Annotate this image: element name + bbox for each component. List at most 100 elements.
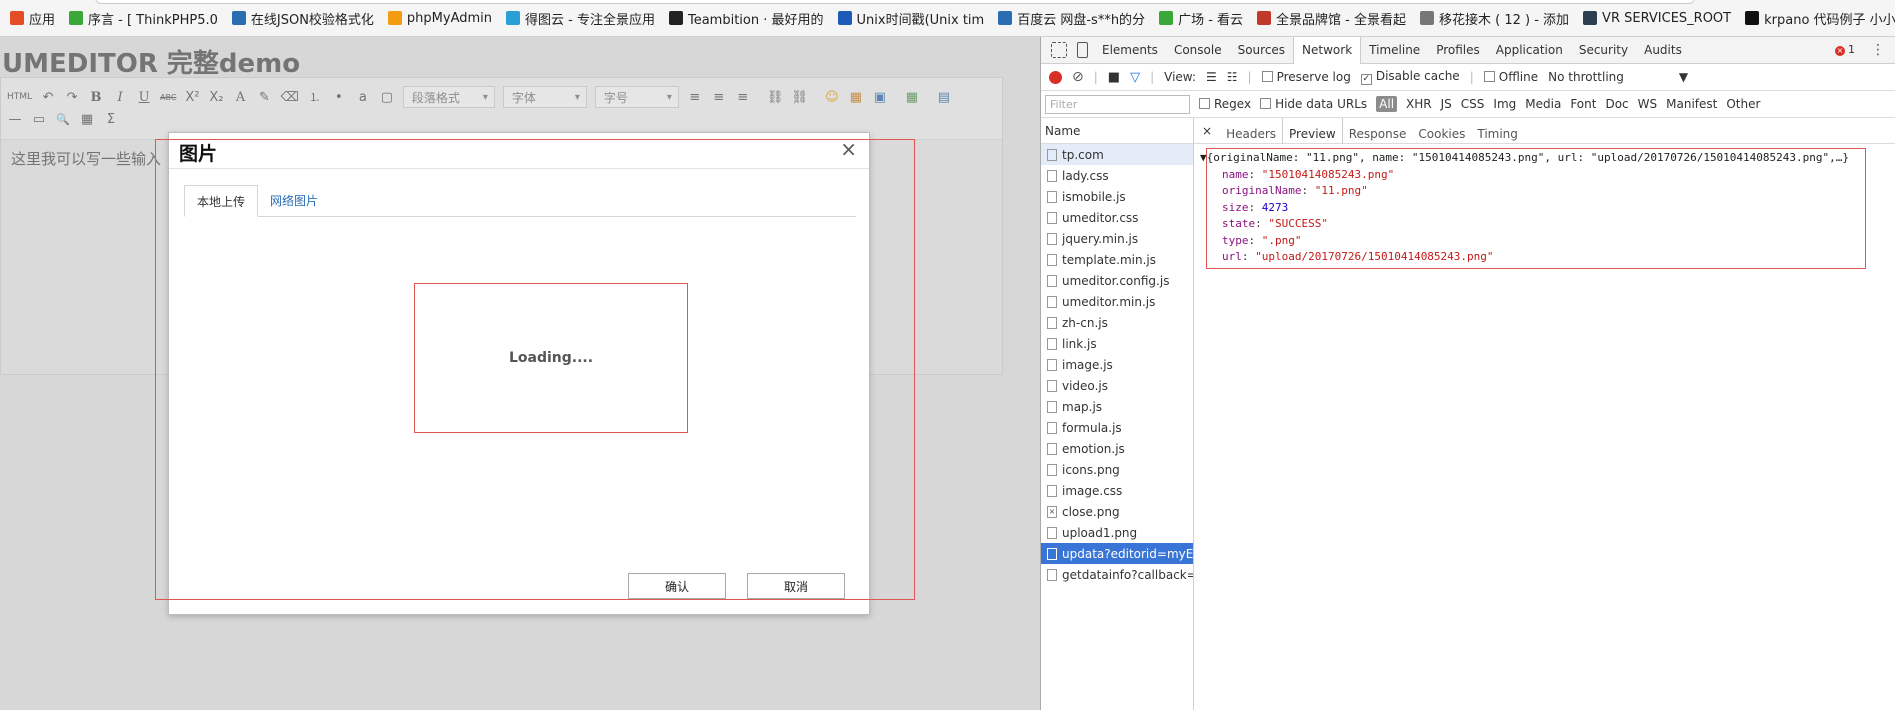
type-filter-other[interactable]: Other — [1726, 97, 1760, 111]
request-name: image.js — [1062, 357, 1113, 372]
tab-timing[interactable]: Timing — [1471, 118, 1524, 144]
request-row[interactable]: icons.png — [1041, 459, 1193, 480]
close-icon[interactable]: × — [840, 137, 857, 161]
throttling-select[interactable]: No throttling ▼ — [1548, 70, 1688, 84]
request-name: video.js — [1062, 378, 1108, 393]
request-row[interactable]: emotion.js — [1041, 438, 1193, 459]
tab-security[interactable]: Security — [1571, 37, 1636, 64]
preserve-log-checkbox[interactable]: Preserve log — [1261, 70, 1351, 84]
hide-data-urls-checkbox[interactable]: Hide data URLs — [1260, 97, 1367, 111]
clear-icon[interactable]: ⊘ — [1072, 69, 1084, 85]
tab-response[interactable]: Response — [1343, 118, 1413, 144]
tab-local-upload[interactable]: 本地上传 — [184, 185, 259, 217]
type-filter-manifest[interactable]: Manifest — [1666, 97, 1717, 111]
tab-cookies[interactable]: Cookies — [1412, 118, 1471, 144]
bookmark-6[interactable]: Unix时间戳(Unix tim — [837, 9, 984, 28]
bookmark-5[interactable]: Teambition · 最好用的 — [668, 9, 824, 28]
request-row[interactable]: upload1.png — [1041, 522, 1193, 543]
json-summary[interactable]: ▼{originalName: "11.png", name: "1501041… — [1200, 150, 1895, 167]
image-dialog: 图片 × 本地上传 网络图片 Loading.... 确认 取消 — [168, 132, 870, 615]
request-row[interactable]: formula.js — [1041, 417, 1193, 438]
toolbar-divider-4: | — [1469, 70, 1474, 84]
tab-headers[interactable]: Headers — [1220, 118, 1282, 144]
request-row[interactable]: ismobile.js — [1041, 186, 1193, 207]
type-filter-js[interactable]: JS — [1441, 97, 1452, 111]
bookmark-12[interactable]: krpano 代码例子 小小 — [1745, 9, 1895, 28]
teambition-icon — [668, 11, 683, 25]
more-menu-icon[interactable]: ⋮ — [1871, 42, 1885, 58]
request-row[interactable]: tp.com — [1041, 144, 1193, 165]
request-name: umeditor.config.js — [1062, 273, 1170, 288]
tab-sources[interactable]: Sources — [1230, 37, 1293, 64]
camera-icon[interactable]: ■ — [1108, 70, 1120, 85]
bookmark-4[interactable]: 得图云 - 专注全景应用 — [506, 9, 655, 28]
request-row[interactable]: template.min.js — [1041, 249, 1193, 270]
close-icon[interactable]: × — [1194, 124, 1220, 138]
tab-timeline[interactable]: Timeline — [1361, 37, 1428, 64]
request-name: umeditor.css — [1062, 210, 1139, 225]
tab-console[interactable]: Console — [1166, 37, 1230, 64]
request-row[interactable]: zh-cn.js — [1041, 312, 1193, 333]
tab-audits[interactable]: Audits — [1636, 37, 1690, 64]
request-name: map.js — [1062, 399, 1103, 414]
error-counter[interactable]: × 1 — [1835, 43, 1855, 56]
disable-cache-checkbox[interactable]: ✓ Disable cache — [1360, 69, 1460, 85]
bookmark-label: VR SERVICES_ROOT — [1602, 10, 1732, 26]
bookmark-10[interactable]: 移花接木 ( 12 ) - 添加 — [1420, 9, 1569, 28]
bookmark-label: phpMyAdmin — [406, 10, 493, 26]
type-filter-ws[interactable]: WS — [1638, 97, 1657, 111]
type-filter-img[interactable]: Img — [1493, 97, 1516, 111]
request-row[interactable]: lady.css — [1041, 165, 1193, 186]
type-filter-doc[interactable]: Doc — [1605, 97, 1628, 111]
bookmark-3[interactable]: phpMyAdmin — [387, 10, 493, 26]
file-icon — [1047, 400, 1057, 413]
filter-icon[interactable]: ▽ — [1130, 70, 1140, 85]
tab-profiles[interactable]: Profiles — [1428, 37, 1488, 64]
bookmark-label: 百度云 网盘-s**h的分 — [1017, 12, 1146, 28]
request-row[interactable]: umeditor.config.js — [1041, 270, 1193, 291]
tab-elements[interactable]: Elements — [1094, 37, 1166, 64]
regex-checkbox[interactable]: Regex — [1199, 97, 1251, 111]
bookmark-0[interactable]: 应用 — [10, 9, 55, 28]
filter-input[interactable]: Filter — [1045, 94, 1190, 114]
list-view-icon[interactable]: ☰ — [1206, 70, 1217, 84]
request-row[interactable]: × close.png — [1041, 501, 1193, 522]
request-row[interactable]: jquery.min.js — [1041, 228, 1193, 249]
request-row[interactable]: image.css — [1041, 480, 1193, 501]
waterfall-view-icon[interactable]: ☷ — [1227, 70, 1238, 84]
bookmark-1[interactable]: 序言 - [ ThinkPHP5.0 — [69, 9, 218, 28]
bookmark-8[interactable]: 广场 - 看云 — [1159, 9, 1243, 28]
tab-preview[interactable]: Preview — [1282, 117, 1343, 144]
request-row[interactable]: updata?editorid=myEd... — [1041, 543, 1193, 564]
type-filter-media[interactable]: Media — [1525, 97, 1561, 111]
request-row[interactable]: map.js — [1041, 396, 1193, 417]
confirm-button[interactable]: 确认 — [628, 573, 726, 599]
page-area: UMEDITOR 完整demo HTML ↶ ↷ B I U ABC X² X₂… — [0, 37, 1040, 710]
type-filter-css[interactable]: CSS — [1461, 97, 1485, 111]
bookmark-9[interactable]: 全景品牌馆 - 全景看起 — [1257, 9, 1406, 28]
bookmark-11[interactable]: VR SERVICES_ROOT — [1583, 11, 1731, 26]
request-row[interactable]: getdatainfo?callback=... — [1041, 564, 1193, 585]
record-icon[interactable] — [1049, 70, 1062, 84]
leaf-icon — [69, 11, 84, 25]
type-filter-all[interactable]: All — [1376, 96, 1398, 112]
devtools-panel: Elements Console Sources Network Timeline Pro… — [1040, 36, 1895, 710]
request-row[interactable]: link.js — [1041, 333, 1193, 354]
request-row[interactable]: umeditor.css — [1041, 207, 1193, 228]
bookmark-2[interactable]: 在线JSON校验格式化 — [231, 9, 374, 28]
type-filter-font[interactable]: Font — [1570, 97, 1596, 111]
type-filter-xhr[interactable]: XHR — [1406, 97, 1432, 111]
device-toolbar-icon[interactable] — [1077, 42, 1088, 58]
request-row[interactable]: umeditor.min.js — [1041, 291, 1193, 312]
name-column-header[interactable]: Name — [1041, 118, 1193, 144]
vr-icon — [1583, 11, 1598, 25]
inspect-element-icon[interactable] — [1051, 42, 1067, 58]
offline-checkbox[interactable]: Offline — [1483, 70, 1538, 84]
request-row[interactable]: video.js — [1041, 375, 1193, 396]
tab-network[interactable]: Network — [1293, 36, 1362, 64]
bookmark-7[interactable]: 百度云 网盘-s**h的分 — [998, 9, 1145, 28]
request-row[interactable]: image.js — [1041, 354, 1193, 375]
tab-network-image[interactable]: 网络图片 — [258, 185, 330, 217]
tab-application[interactable]: Application — [1488, 37, 1571, 64]
cancel-button[interactable]: 取消 — [747, 573, 845, 599]
